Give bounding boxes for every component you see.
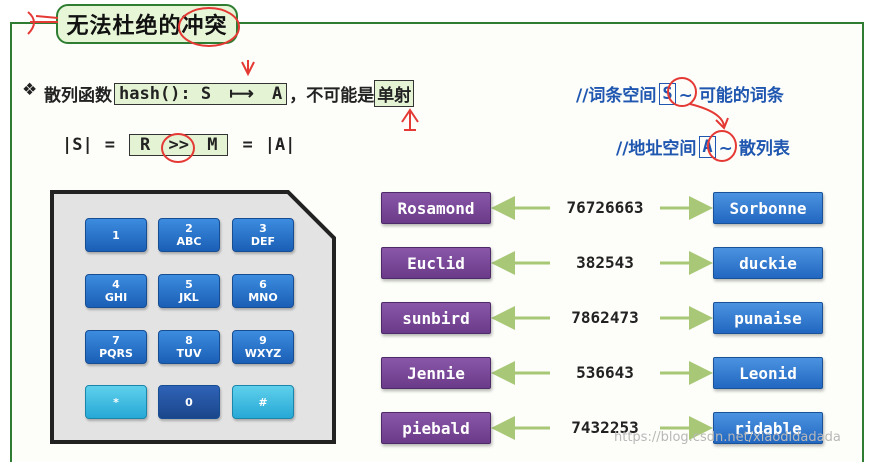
keypad-number: 536643 xyxy=(550,363,660,382)
word-pill-left: sunbird xyxy=(381,302,491,334)
word-pill-right: duckie xyxy=(713,247,823,279)
word-pill-left: Rosamond xyxy=(381,192,491,224)
watermark: https://blog.csdn.net/xiaodidadada xyxy=(614,430,841,445)
mapping-arrows xyxy=(491,196,713,440)
word-pill-left: Euclid xyxy=(381,247,491,279)
word-pill-right: punaise xyxy=(713,302,823,334)
keypad-number: 7862473 xyxy=(550,308,660,327)
word-pill-left: piebald xyxy=(381,412,491,444)
keypad-number: 76726663 xyxy=(550,198,660,217)
word-pill-right: Sorbonne xyxy=(713,192,823,224)
word-pill-left: Jennie xyxy=(381,357,491,389)
keypad-number: 382543 xyxy=(550,253,660,272)
word-pill-right: Leonid xyxy=(713,357,823,389)
